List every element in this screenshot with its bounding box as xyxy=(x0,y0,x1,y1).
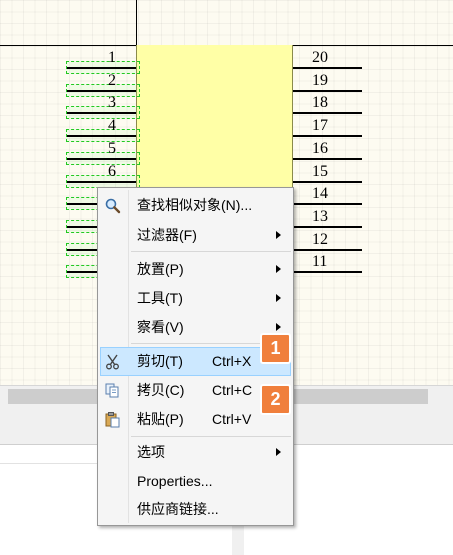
right-pin-number: 18 xyxy=(312,94,328,111)
right-pin-number: 17 xyxy=(312,117,328,134)
menu-item-label: 察看(V) xyxy=(137,319,184,335)
menu-item-label: 供应商链接... xyxy=(137,501,219,517)
right-pin[interactable] xyxy=(293,158,362,160)
submenu-arrow-icon xyxy=(276,294,281,302)
menu-item-supplier-links[interactable]: 供应商链接... xyxy=(100,495,291,524)
right-pin[interactable] xyxy=(293,203,362,205)
right-pin[interactable] xyxy=(293,90,362,92)
menu-item-label: 放置(P) xyxy=(137,261,184,277)
left-pin-number: 4 xyxy=(108,117,116,134)
submenu-arrow-icon xyxy=(276,448,281,456)
submenu-arrow-icon xyxy=(276,265,281,273)
menu-item-label: 过滤器(F) xyxy=(137,227,197,243)
right-pin-number: 14 xyxy=(312,185,328,202)
submenu-arrow-icon xyxy=(276,323,281,331)
menu-item-label: 查找相似对象(N)... xyxy=(137,197,253,213)
menu-item-label: 工具(T) xyxy=(137,290,183,306)
left-pin-number: 5 xyxy=(108,140,116,157)
left-pin[interactable] xyxy=(67,67,136,69)
right-pin[interactable] xyxy=(293,135,362,137)
step-badge-2: 2 xyxy=(260,384,291,415)
menu-separator xyxy=(131,436,291,437)
magnifier-icon xyxy=(104,197,121,214)
left-pin[interactable] xyxy=(67,112,136,114)
right-pin[interactable] xyxy=(293,112,362,114)
right-pin-number: 20 xyxy=(312,49,328,66)
sheet-border-vertical xyxy=(136,0,137,45)
paste-icon xyxy=(104,411,121,428)
right-pin[interactable] xyxy=(293,67,362,69)
step-badge-1: 1 xyxy=(260,333,291,364)
left-pin-number: 3 xyxy=(108,94,116,111)
left-pin[interactable] xyxy=(67,135,136,137)
left-pin-number: 2 xyxy=(108,72,116,89)
menu-item-label: 粘贴(P) xyxy=(137,411,184,427)
menu-item-find-similar[interactable]: 查找相似对象(N)... xyxy=(100,191,291,220)
right-pin[interactable] xyxy=(293,226,362,228)
menu-item-label: Properties... xyxy=(137,473,213,489)
menu-item-shortcut: Ctrl+V xyxy=(212,411,252,427)
scissors-icon xyxy=(104,353,121,370)
right-pin-number: 12 xyxy=(312,231,328,248)
menu-item-filter[interactable]: 过滤器(F) xyxy=(100,221,291,250)
right-pin-number: 15 xyxy=(312,163,328,180)
left-pin[interactable] xyxy=(67,158,136,160)
copy-icon xyxy=(104,382,121,399)
right-pin-number: 11 xyxy=(312,253,328,270)
left-pin[interactable] xyxy=(67,90,136,92)
menu-item-shortcut: Ctrl+X xyxy=(212,353,252,369)
right-pin[interactable] xyxy=(293,249,362,251)
menu-item-label: 剪切(T) xyxy=(137,353,183,369)
left-pin[interactable] xyxy=(67,181,136,183)
menu-item-options[interactable]: 选项 xyxy=(100,438,291,467)
menu-separator xyxy=(131,251,291,252)
submenu-arrow-icon xyxy=(276,231,281,239)
right-pin[interactable] xyxy=(293,271,362,273)
menu-item-place[interactable]: 放置(P) xyxy=(100,255,291,284)
menu-item-shortcut: Ctrl+C xyxy=(212,382,253,398)
left-pin-number: 1 xyxy=(108,49,116,66)
menu-item-label: 选项 xyxy=(137,444,165,460)
right-pin-number: 13 xyxy=(312,208,328,225)
menu-item-tools[interactable]: 工具(T) xyxy=(100,284,291,313)
right-pin[interactable] xyxy=(293,181,362,183)
menu-item-properties[interactable]: Properties... xyxy=(100,467,291,496)
menu-item-label: 拷贝(C) xyxy=(137,382,185,398)
left-pin-number: 6 xyxy=(108,163,116,180)
right-pin-number: 19 xyxy=(312,72,328,89)
right-pin-number: 16 xyxy=(312,140,328,157)
